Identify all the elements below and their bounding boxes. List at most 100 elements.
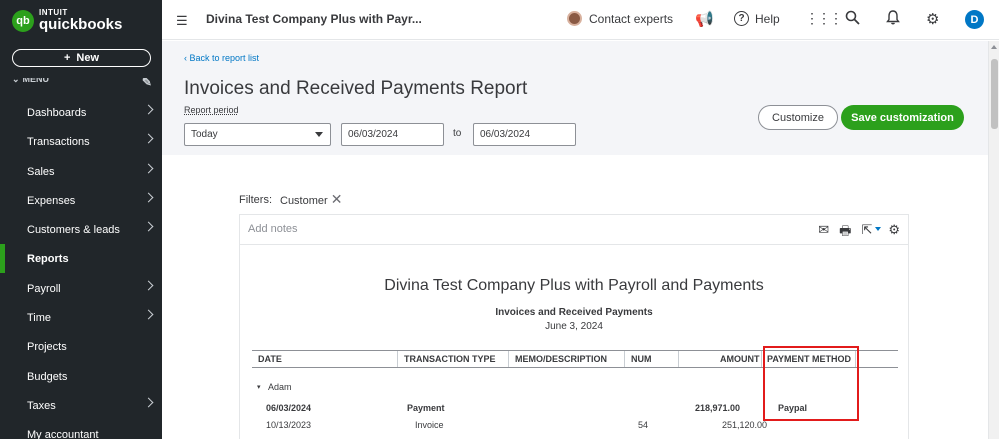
report-date: June 3, 2024 (545, 321, 603, 332)
chevron-right-icon (143, 397, 154, 408)
company-name: Divina Test Company Plus with Payr... (206, 12, 422, 26)
add-notes-button[interactable]: Add notes (248, 223, 298, 235)
scrollbar-thumb[interactable] (991, 59, 998, 129)
sidebar-item-label: Time (27, 311, 52, 324)
back-to-report-list-link[interactable]: ‹ Back to report list (184, 53, 259, 63)
menu-collapse-icon[interactable]: ☰ (176, 13, 188, 29)
date-from-input[interactable]: 06/03/2024 (341, 123, 444, 146)
sidebar-item-budgets[interactable]: Budgets (0, 362, 162, 391)
row-transaction-type[interactable]: Payment (407, 403, 445, 413)
sidebar-item-dashboards[interactable]: Dashboards (0, 98, 162, 127)
search-icon[interactable] (845, 10, 860, 29)
apps-grid-icon[interactable]: ⋮⋮⋮ (805, 10, 843, 27)
row-date: 06/03/2024 (266, 403, 312, 413)
filter-chip-customer[interactable]: Customer ✕ (280, 191, 342, 208)
customize-button[interactable]: Customize (758, 105, 838, 130)
contact-experts-button[interactable]: Contact experts (567, 11, 673, 26)
date-from-value: 06/03/2024 (348, 129, 399, 140)
sidebar-item-label: Budgets (27, 370, 68, 383)
scroll-up-arrow-icon[interactable] (991, 45, 997, 49)
page-title: Invoices and Received Payments Report (184, 78, 528, 99)
sidebar-item-label: Payroll (27, 282, 61, 295)
column-header-memo[interactable]: MEMO/DESCRIPTION (515, 354, 607, 364)
collapse-caret-icon[interactable]: ▾ (257, 383, 261, 391)
column-divider[interactable] (397, 351, 398, 367)
report-period-select[interactable]: Today (184, 123, 331, 146)
pencil-icon[interactable]: ✎ (142, 78, 152, 89)
column-header-transaction-type[interactable]: TRANSACTION TYPE (404, 354, 496, 364)
top-bar: ☰ Divina Test Company Plus with Payr... … (162, 0, 999, 40)
new-button[interactable]: + New (12, 49, 151, 67)
menu-header[interactable]: ⌄ MENU ✎ (12, 78, 152, 90)
report-name: Invoices and Received Payments (495, 307, 653, 318)
sidebar-item-label: Taxes (27, 399, 56, 412)
sidebar-item-payroll[interactable]: Payroll (0, 274, 162, 303)
vertical-scrollbar[interactable] (988, 41, 999, 439)
row-transaction-type[interactable]: Invoice (415, 420, 444, 430)
sidebar-item-transactions[interactable]: Transactions (0, 127, 162, 156)
chevron-right-icon (143, 133, 154, 144)
notifications-bell-icon[interactable] (886, 10, 900, 29)
sidebar-item-time[interactable]: Time (0, 303, 162, 332)
sidebar-item-customers-leads[interactable]: Customers & leads (0, 215, 162, 244)
column-header-amount[interactable]: AMOUNT (720, 354, 760, 364)
plus-icon: + (63, 52, 71, 64)
settings-gear-icon[interactable]: ⚙ (888, 222, 900, 244)
sidebar-item-projects[interactable]: Projects (0, 332, 162, 361)
save-customization-button[interactable]: Save customization (841, 105, 964, 130)
sidebar-item-my-accountant[interactable]: My accountant (0, 420, 162, 439)
expert-avatar-icon (567, 11, 582, 26)
sidebar-item-label: Sales (27, 165, 55, 178)
chevron-right-icon (143, 280, 154, 291)
divider (240, 244, 908, 245)
sidebar-item-label: Projects (27, 340, 67, 353)
annotation-highlight-box (763, 346, 859, 421)
filters-bar: Filters: Customer ✕ (239, 191, 342, 208)
chevron-right-icon (143, 221, 154, 232)
report-actions: ✉ 🖶 ⇱ ⚙ (818, 222, 900, 244)
report-period-value: Today (191, 129, 218, 140)
sidebar-item-label: My accountant (27, 428, 99, 439)
row-amount: 218,971.00 (695, 403, 741, 413)
column-divider[interactable] (761, 351, 762, 367)
help-button[interactable]: ? Help (734, 11, 780, 26)
menu-label: MENU (22, 78, 49, 84)
export-dropdown-arrow-icon (875, 227, 882, 231)
export-icon[interactable]: ⇱ (861, 222, 882, 244)
chevron-right-icon (143, 104, 154, 115)
chevron-right-icon (143, 309, 154, 320)
print-icon[interactable]: 🖶 (839, 222, 851, 244)
sidebar-item-label: Reports (27, 252, 69, 265)
column-header-date[interactable]: DATE (258, 354, 282, 364)
settings-gear-icon[interactable]: ⚙ (926, 10, 939, 28)
sidebar-item-label: Transactions (27, 135, 90, 148)
chevron-right-icon (143, 192, 154, 203)
row-date: 10/13/2023 (266, 420, 312, 430)
email-icon[interactable]: ✉ (818, 222, 829, 244)
column-divider[interactable] (624, 351, 625, 367)
sidebar-item-taxes[interactable]: Taxes (0, 391, 162, 420)
date-to-value: 06/03/2024 (480, 129, 531, 140)
column-divider[interactable] (678, 351, 679, 367)
date-to-input[interactable]: 06/03/2024 (473, 123, 576, 146)
chevron-down-icon: ⌄ (12, 78, 20, 84)
sidebar-item-expenses[interactable]: Expenses (0, 186, 162, 215)
sidebar-item-reports[interactable]: Reports (0, 244, 162, 273)
group-label: Adam (268, 382, 292, 392)
close-icon[interactable]: ✕ (331, 191, 343, 207)
row-num: 54 (638, 420, 649, 430)
contact-experts-label: Contact experts (589, 11, 674, 26)
filter-chip-label: Customer (280, 195, 328, 207)
sidebar-item-label: Customers & leads (27, 223, 120, 236)
sidebar-item-sales[interactable]: Sales (0, 157, 162, 186)
megaphone-icon[interactable]: 📢 (695, 10, 714, 28)
user-avatar[interactable]: D (965, 10, 984, 29)
row-amount: 251,120.00 (722, 420, 768, 430)
filters-label: Filters: (239, 193, 272, 206)
dropdown-arrow-icon (315, 132, 323, 137)
sidebar-item-label: Dashboards (27, 106, 87, 119)
column-divider[interactable] (508, 351, 509, 367)
column-header-num[interactable]: NUM (631, 354, 652, 364)
qb-logo-icon: qb (12, 9, 34, 32)
quickbooks-logo[interactable]: qb INTUIT quickbooks (12, 9, 122, 32)
